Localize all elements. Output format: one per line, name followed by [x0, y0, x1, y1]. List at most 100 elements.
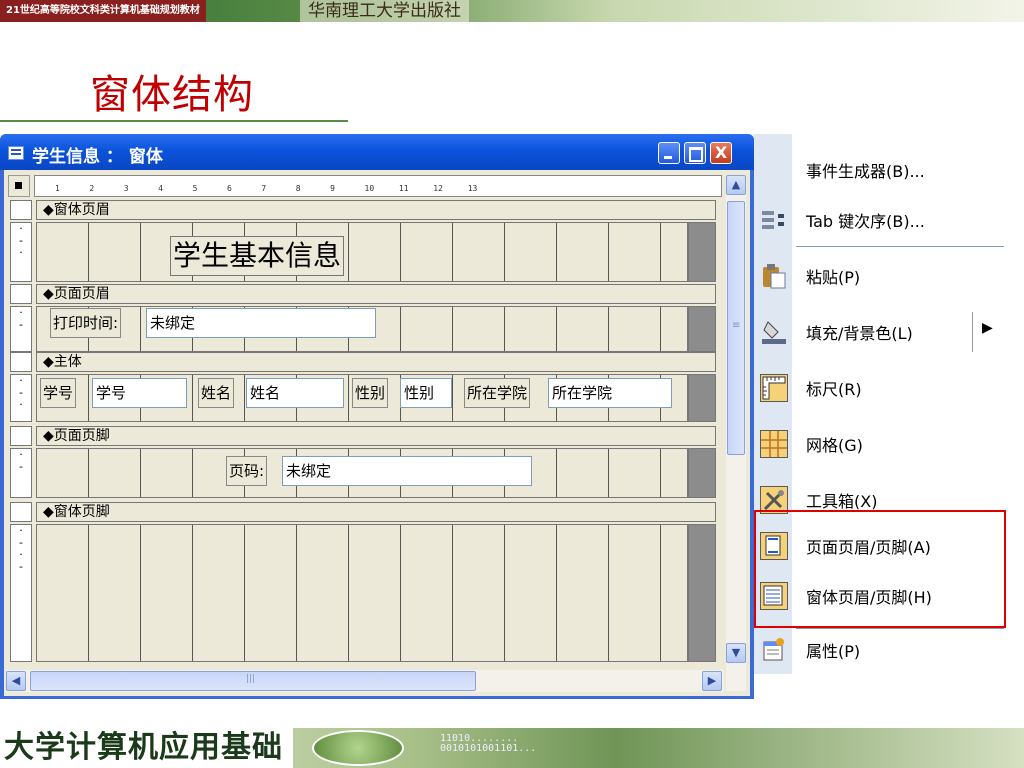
publisher-name: 华南理工大学出版社 [300, 0, 469, 22]
ruler-mark: 3 [123, 184, 129, 193]
page-number-textbox[interactable]: 未绑定 [282, 456, 532, 486]
vertical-ruler [10, 502, 32, 522]
ruler-mark: 12 [433, 184, 443, 193]
menu-item-label: 网格(G) [806, 436, 863, 455]
maximize-button[interactable] [684, 142, 706, 164]
fill-color-icon [760, 318, 788, 346]
ruler-mark: 6 [226, 184, 232, 193]
vertical-ruler: · - · [10, 222, 32, 282]
ruler-mark: 8 [295, 184, 301, 193]
close-icon: X [714, 143, 728, 162]
scroll-right-icon[interactable]: ▶ [702, 671, 722, 691]
student-id-label[interactable]: 学号 [40, 378, 77, 408]
top-banner: 21世纪高等院校文科类计算机基础规划教材 华南理工大学出版社 [0, 0, 1024, 22]
print-time-label[interactable]: 打印时间: [50, 308, 122, 338]
menu-item-label: 粘贴(P) [806, 268, 861, 287]
college-label[interactable]: 所在学院 [464, 378, 531, 408]
menu-item-label: 填充/背景色(L) [806, 324, 913, 343]
footer-digits-line: 0010101001101... [440, 743, 537, 754]
ruler-mark: 7 [261, 184, 267, 193]
grid-edge [688, 306, 716, 352]
gender-textbox[interactable]: 性别 [400, 378, 452, 408]
window-title: 学生信息 ： 窗体 [32, 147, 163, 167]
section-bar-detail[interactable]: ◆主体 [36, 352, 716, 372]
form-design-window: 学生信息 ： 窗体 X 12345678910111213 ▲ ▼ ◀ ▶ ◆窗… [0, 134, 754, 699]
footer-title: 大学计算机应用基础 [0, 728, 293, 768]
horizontal-ruler[interactable]: 1 2 3 4 5 6 7 8 9 10 11 12 13 [34, 175, 722, 197]
form-icon[interactable] [8, 146, 24, 160]
series-name: 21世纪高等院校文科类计算机基础规划教材 [0, 0, 206, 22]
page-number-label[interactable]: 页码: [226, 456, 268, 486]
vertical-ruler: · - · - [10, 524, 32, 662]
ruler-mark: 1 [55, 184, 60, 193]
ruler-mark: 13 [467, 184, 478, 193]
scroll-down-icon[interactable]: ▼ [726, 643, 746, 663]
section-bar-form-header[interactable]: ◆窗体页眉 [36, 200, 716, 220]
menu-item-label: 属性(P) [806, 642, 861, 661]
ruler-mark: 10 [364, 184, 375, 193]
college-textbox[interactable]: 所在学院 [548, 378, 672, 408]
vertical-scroll-thumb[interactable] [727, 201, 745, 455]
footer-disc-logo [312, 730, 404, 766]
section-bar-page-footer[interactable]: ◆页面页脚 [36, 426, 716, 446]
footer-digits: 11010........ 0010101001101... [440, 734, 536, 754]
horizontal-scrollbar[interactable]: ◀ ▶ [6, 670, 724, 692]
submenu-arrow-icon: ▶ [982, 320, 993, 336]
grid-edge [688, 222, 716, 282]
student-id-textbox[interactable]: 学号 [92, 378, 187, 408]
gender-label[interactable]: 性别 [352, 378, 389, 408]
paste-icon [760, 262, 788, 290]
scroll-up-icon[interactable]: ▲ [726, 175, 746, 195]
ruler-mark: 5 [192, 184, 198, 193]
section-bar-form-footer[interactable]: ◆窗体页脚 [36, 502, 716, 522]
submenu-divider [972, 312, 973, 352]
ruler-icon [760, 374, 788, 402]
menu-item-ruler[interactable]: 标尺(R) [754, 358, 1006, 418]
vertical-ruler [10, 200, 32, 220]
vertical-ruler [10, 352, 32, 372]
vertical-ruler [10, 426, 32, 446]
menu-item-grid[interactable]: 网格(G) [754, 414, 1006, 474]
ruler-mark: 9 [330, 184, 335, 193]
menu-item-label: 标尺(R) [806, 380, 862, 399]
grid-icon [760, 430, 788, 458]
vertical-scrollbar[interactable]: ▲ ▼ [726, 175, 746, 691]
form-design-area: 12345678910111213 ▲ ▼ ◀ ▶ ◆窗体页眉 ·-· 学生基本… [4, 170, 750, 696]
scroll-left-icon[interactable]: ◀ [6, 671, 26, 691]
menu-item-paste[interactable]: 粘贴(P) [754, 246, 1006, 306]
ruler-mark: 4 [158, 184, 163, 193]
print-time-textbox[interactable]: 未绑定 [146, 308, 376, 338]
vertical-ruler: · - [10, 306, 32, 352]
menu-item-fill-color[interactable]: 填充/背景色(L) ▶ [754, 302, 1006, 362]
ruler-mark: 11 [398, 184, 409, 193]
section-bar-page-header[interactable]: ◆页面页眉 [36, 284, 716, 304]
title-underline [0, 120, 348, 122]
window-titlebar[interactable]: 学生信息 ： 窗体 X [0, 134, 754, 170]
minimize-button[interactable] [658, 142, 680, 164]
menu-item-properties[interactable]: 属性(P) [754, 620, 1006, 680]
vertical-ruler [10, 284, 32, 304]
form-header-area[interactable] [36, 222, 688, 282]
grid-edge [688, 374, 716, 422]
name-textbox[interactable]: 姓名 [246, 378, 344, 408]
grid-edge [688, 524, 716, 662]
horizontal-scroll-thumb[interactable] [30, 671, 476, 691]
form-title-label[interactable]: 学生基本信息 [170, 236, 345, 276]
close-button[interactable]: X [710, 142, 732, 164]
properties-icon [760, 636, 788, 664]
highlight-box [754, 510, 1006, 628]
vertical-ruler: · - [10, 448, 32, 498]
form-design-grid: ◆窗体页眉 · - · 学生基本信息 ◆页面页眉 · - 打印时间: 未绑定 ◆主体 … [10, 200, 722, 664]
form-selector[interactable] [8, 175, 30, 197]
menu-item-label: 工具箱(X) [806, 492, 878, 511]
menu-item-label: Tab 键次序(B)... [806, 212, 925, 231]
ruler-mark: 2 [89, 184, 95, 193]
vertical-ruler: · - · [10, 374, 32, 422]
bottom-banner: 大学计算机应用基础 11010........ 0010101001101... [0, 728, 1024, 768]
menu-item-tab-order[interactable]: Tab 键次序(B)... [754, 190, 1006, 250]
menu-item-label: 事件生成器(B)... [806, 162, 925, 181]
tab-order-icon [760, 206, 788, 234]
name-label[interactable]: 姓名 [198, 378, 235, 408]
slide-title: 窗体结构 [90, 72, 254, 118]
form-footer-area[interactable] [36, 524, 688, 662]
